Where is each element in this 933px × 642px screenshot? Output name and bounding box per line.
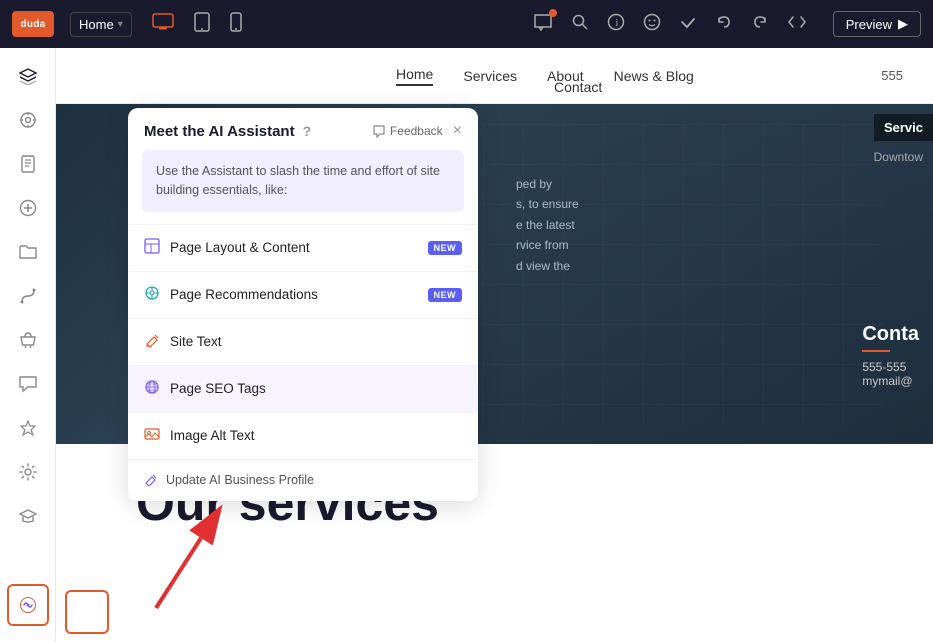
ai-panel-header: Meet the AI Assistant ? Feedback × [128, 108, 478, 150]
footer-icon [144, 472, 158, 489]
downtown-label: Downtow [864, 144, 933, 170]
ai-info-text: Use the Assistant to slash the time and … [156, 164, 440, 197]
nav-contact[interactable]: Contact [554, 79, 602, 103]
sidebar-item-add[interactable] [8, 188, 48, 228]
site-text-label: Site Text [170, 334, 222, 349]
feedback-label: Feedback [390, 124, 443, 138]
code-icon[interactable] [787, 15, 807, 34]
ai-title-text: Meet the AI Assistant [144, 123, 295, 140]
ai-menu-left: Page Layout & Content [144, 238, 310, 258]
ai-menu-left-2: Page Recommendations [144, 285, 318, 305]
ai-menu-site-text[interactable]: Site Text [128, 318, 478, 365]
ai-panel-footer[interactable]: Update AI Business Profile [128, 459, 478, 501]
ai-menu-image-alt[interactable]: Image Alt Text [128, 412, 478, 459]
help-icon[interactable]: ? [303, 123, 312, 139]
sidebar-item-pages[interactable] [8, 144, 48, 184]
page-recommendations-icon [144, 285, 160, 305]
ai-menu-page-layout[interactable]: Page Layout & Content NEW [128, 224, 478, 271]
page-selector[interactable]: Home ▾ [70, 12, 132, 37]
ai-menu-left-5: Image Alt Text [144, 426, 255, 446]
sidebar-item-learn[interactable] [8, 496, 48, 536]
contact-box: Conta 555-555 mymail@ [848, 307, 933, 404]
page-recommendations-label: Page Recommendations [170, 287, 318, 302]
mobile-icon[interactable] [230, 12, 242, 37]
ai-menu-page-seo[interactable]: Page SEO Tags [128, 365, 478, 412]
ai-info-box: Use the Assistant to slash the time and … [142, 150, 464, 212]
nav-news-blog[interactable]: News & Blog [614, 68, 694, 84]
image-alt-label: Image Alt Text [170, 428, 255, 443]
sidebar [0, 48, 56, 642]
desktop-icon[interactable] [152, 13, 174, 36]
phone-number: 555 [881, 68, 903, 83]
ai-assistant-panel: Meet the AI Assistant ? Feedback × Use t… [128, 108, 478, 501]
footer-text: Update AI Business Profile [166, 473, 314, 487]
sidebar-item-folder[interactable] [8, 232, 48, 272]
feedback-button[interactable]: Feedback [372, 124, 443, 138]
hero-body-text: ped by s, to ensure e the latest rvice f… [516, 174, 579, 276]
preview-label: Preview [846, 17, 892, 32]
close-button[interactable]: × [453, 122, 462, 140]
sidebar-item-store[interactable] [8, 320, 48, 360]
search-icon[interactable] [571, 13, 589, 36]
toolbar: duda Home ▾ [0, 0, 933, 48]
tablet-icon[interactable] [194, 12, 210, 37]
image-alt-icon [144, 426, 160, 446]
current-page-label: Home [79, 17, 114, 32]
page-seo-icon [144, 379, 160, 399]
sidebar-item-ai-assistant[interactable] [7, 584, 49, 626]
page-seo-label: Page SEO Tags [170, 381, 266, 396]
ai-panel-title: Meet the AI Assistant ? [144, 123, 311, 140]
canvas-area: Home Services About News & Blog Contact … [56, 48, 933, 642]
sidebar-item-apps[interactable] [8, 408, 48, 448]
ai-menu-left-3: Site Text [144, 332, 222, 352]
site-nav: Home Services About News & Blog Contact … [56, 48, 933, 104]
notification-badge [549, 9, 557, 17]
page-layout-label: Page Layout & Content [170, 240, 310, 255]
site-text-icon [144, 332, 160, 352]
redo-icon[interactable] [751, 13, 769, 36]
sidebar-item-layers[interactable] [8, 56, 48, 96]
services-label: Servic [874, 114, 933, 141]
sidebar-item-path[interactable] [8, 276, 48, 316]
play-icon: ▶ [898, 16, 908, 32]
duda-logo[interactable]: duda [12, 11, 54, 37]
ai-menu-page-recommendations[interactable]: Page Recommendations NEW [128, 271, 478, 318]
logo-text: duda [20, 19, 45, 30]
sidebar-item-chat[interactable] [8, 364, 48, 404]
ai-menu-left-4: Page SEO Tags [144, 379, 266, 399]
check-icon[interactable] [679, 13, 697, 36]
main-layout: Home Services About News & Blog Contact … [0, 48, 933, 642]
nav-services[interactable]: Services [463, 68, 517, 84]
chat-icon[interactable] [533, 13, 553, 36]
info-icon[interactable]: i [607, 13, 625, 36]
sidebar-item-theme[interactable] [8, 100, 48, 140]
smiley-icon[interactable] [643, 13, 661, 36]
preview-button[interactable]: Preview ▶ [833, 11, 921, 37]
page-recommendations-badge: NEW [428, 288, 463, 302]
nav-home[interactable]: Home [396, 66, 433, 86]
chevron-down-icon: ▾ [118, 19, 123, 30]
undo-icon[interactable] [715, 13, 733, 36]
page-layout-icon [144, 238, 160, 258]
page-layout-badge: NEW [428, 241, 463, 255]
sidebar-item-settings[interactable] [8, 452, 48, 492]
ai-panel-header-right: Feedback × [372, 122, 462, 140]
svg-text:i: i [615, 18, 618, 29]
sidebar-bottom [7, 584, 49, 634]
